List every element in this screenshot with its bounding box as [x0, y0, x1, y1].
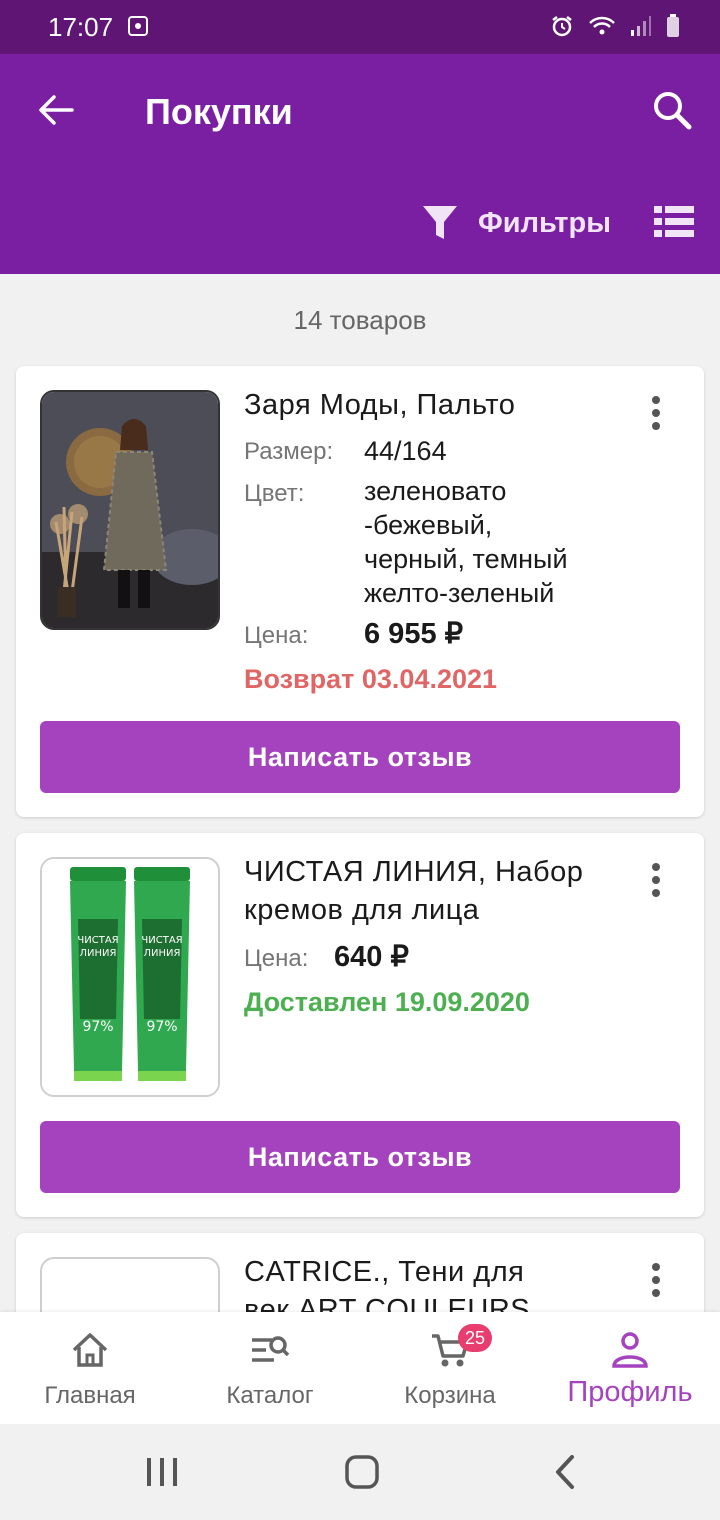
more-options-icon[interactable]: [646, 863, 666, 903]
more-options-icon[interactable]: [646, 396, 666, 436]
search-icon[interactable]: [650, 88, 694, 132]
color-value-line: черный, темный: [364, 544, 568, 574]
delivered-status: Доставлен 19.09.2020: [244, 987, 530, 1017]
wifi-icon: [589, 16, 615, 35]
package-brand-text: ЛИНИЯ: [80, 948, 117, 959]
status-bar: 17:07: [0, 0, 720, 54]
price-value: 640 ₽: [334, 941, 409, 973]
profile-icon: [612, 1332, 648, 1368]
catalog-search-icon: [252, 1336, 290, 1362]
media-notification-icon: [128, 16, 148, 36]
filter-funnel-icon: [423, 206, 457, 239]
nav-catalog[interactable]: Каталог: [180, 1312, 360, 1424]
product-title-line[interactable]: CATRICE., Тени для: [244, 1253, 524, 1291]
page-title: Покупки: [145, 91, 293, 132]
coat-photo: [42, 392, 218, 628]
nav-profile[interactable]: Профиль: [540, 1312, 720, 1424]
recent-apps-icon[interactable]: [144, 1456, 180, 1488]
home-button-icon[interactable]: [344, 1454, 380, 1490]
home-icon: [72, 1333, 108, 1367]
package-brand-text: ЧИСТАЯ: [77, 935, 118, 946]
product-card[interactable]: Заря Моды, Пальто Размер: 44/164 Цвет: з…: [16, 366, 704, 817]
nav-label: Главная: [44, 1382, 136, 1409]
more-options-icon[interactable]: [646, 1263, 666, 1303]
cart-count-badge: 25: [458, 1324, 492, 1352]
color-value-line: -бежевый,: [364, 510, 493, 540]
package-brand-text: ЧИСТАЯ: [141, 935, 182, 946]
color-label: Цвет:: [244, 480, 305, 507]
alarm-icon: [552, 16, 572, 37]
product-title-line[interactable]: кремов для лица: [244, 891, 479, 929]
system-navigation-bar: [0, 1424, 720, 1520]
items-count: 14 товаров: [293, 305, 427, 335]
system-back-icon[interactable]: [550, 1454, 580, 1490]
product-image[interactable]: [40, 390, 220, 630]
nav-cart[interactable]: 25 Корзина: [360, 1312, 540, 1424]
write-review-button[interactable]: Написать отзыв: [40, 721, 680, 793]
size-value: 44/164: [364, 436, 447, 466]
app-bar: Покупки Фильтры: [0, 54, 720, 274]
product-title[interactable]: Заря Моды, Пальто: [244, 386, 515, 424]
write-review-button[interactable]: Написать отзыв: [40, 1121, 680, 1193]
product-title-line[interactable]: ЧИСТАЯ ЛИНИЯ, Набор: [244, 853, 583, 891]
package-brand-text: ЛИНИЯ: [144, 948, 181, 959]
package-percent-text: 97%: [82, 1019, 113, 1035]
signal-icon: [631, 16, 651, 36]
nav-label: Профиль: [567, 1376, 693, 1408]
bottom-navigation: Главная Каталог 25 Корзина Профиль: [0, 1312, 720, 1424]
list-view-icon[interactable]: [654, 204, 694, 240]
status-icons: [550, 14, 680, 38]
battery-icon: [667, 14, 679, 37]
price-value: 6 955 ₽: [364, 618, 464, 650]
product-card[interactable]: ЧИСТАЯ ЛИНИЯ 97% ЧИСТАЯ ЛИНИЯ 97% ЧИСТАЯ…: [16, 833, 704, 1217]
filter-button[interactable]: Фильтры: [420, 198, 611, 248]
size-label: Размер:: [244, 438, 334, 465]
color-value-line: зеленовато: [364, 476, 507, 506]
color-value-line: желто-зеленый: [364, 578, 555, 608]
nav-home[interactable]: Главная: [0, 1312, 180, 1424]
nav-label: Корзина: [404, 1382, 496, 1409]
package-percent-text: 97%: [146, 1019, 177, 1035]
price-label: Цена:: [244, 945, 309, 972]
nav-label: Каталог: [226, 1382, 314, 1409]
cream-tubes-photo: ЧИСТАЯ ЛИНИЯ 97% ЧИСТАЯ ЛИНИЯ 97%: [42, 859, 218, 1095]
back-arrow-icon[interactable]: [34, 88, 78, 132]
status-time: 17:07: [48, 12, 114, 42]
return-status: Возврат 03.04.2021: [244, 664, 498, 694]
price-label: Цена:: [244, 622, 309, 649]
filter-label: Фильтры: [478, 206, 611, 239]
product-image[interactable]: ЧИСТАЯ ЛИНИЯ 97% ЧИСТАЯ ЛИНИЯ 97%: [40, 857, 220, 1097]
